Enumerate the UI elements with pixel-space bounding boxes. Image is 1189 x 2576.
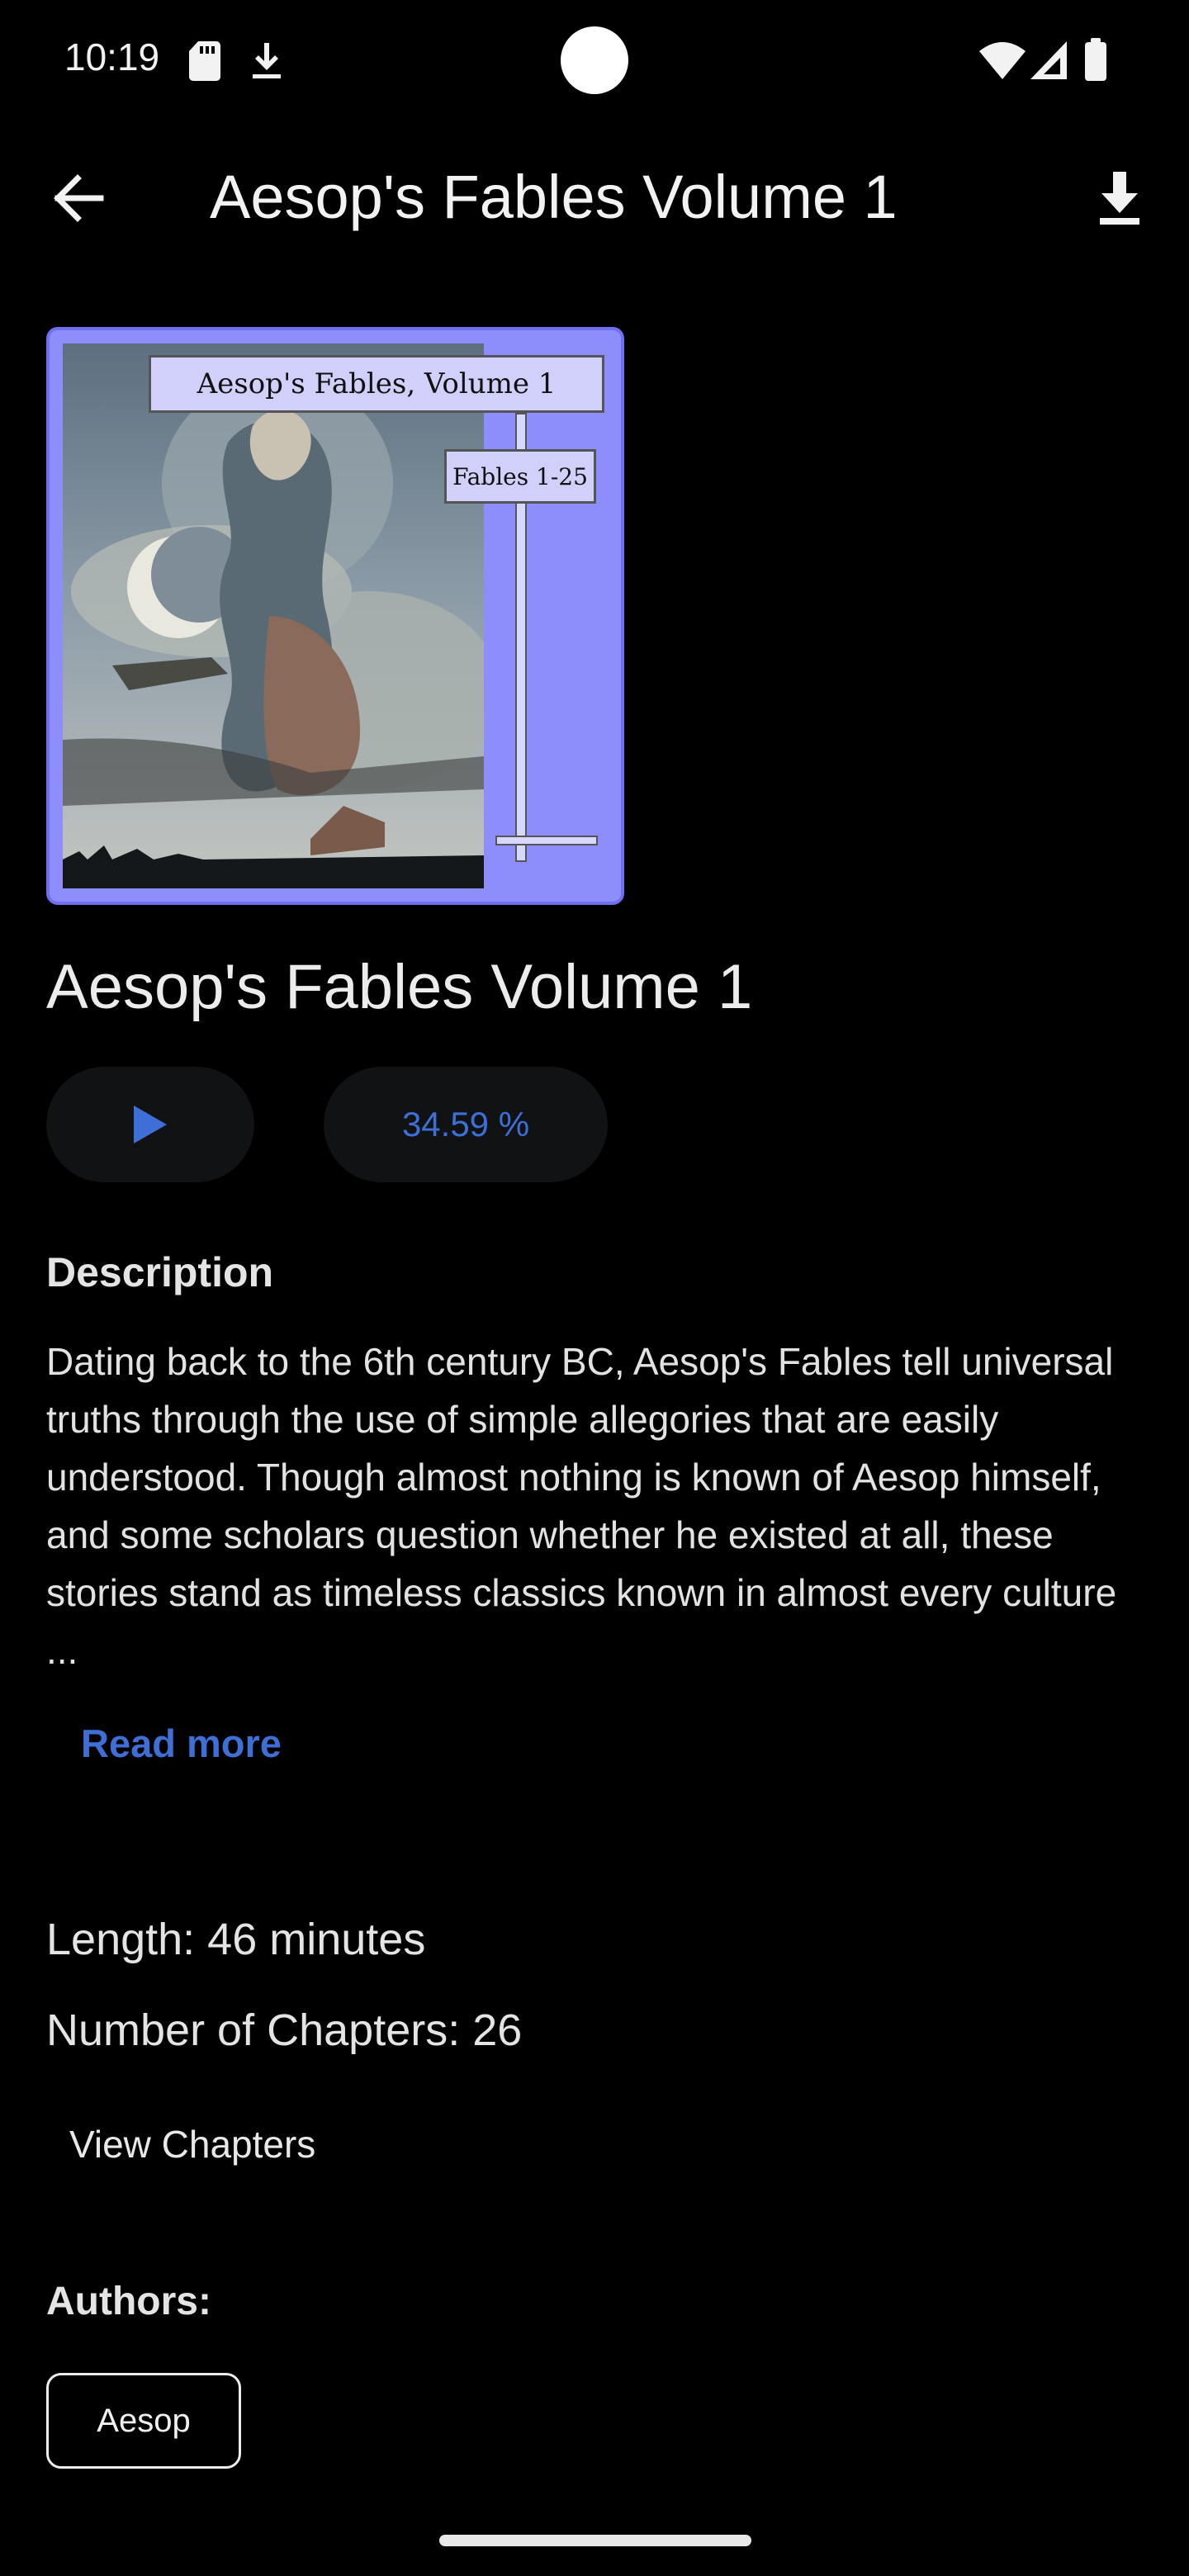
wifi-icon <box>979 42 1026 79</box>
camera-cutout <box>561 26 628 94</box>
cover-illustration <box>63 343 492 888</box>
book-title: Aesop's Fables Volume 1 <box>46 952 753 1022</box>
download-icon <box>1100 172 1139 225</box>
arrow-back-icon <box>54 174 104 222</box>
cover-subtitle: Fables 1-25 <box>444 449 596 504</box>
description-text: Dating back to the 6th century BC, Aesop… <box>46 1340 1117 1672</box>
progress-button[interactable]: 34.59 % <box>324 1067 608 1182</box>
play-icon <box>134 1106 167 1144</box>
author-chip[interactable]: Aesop <box>46 2373 241 2469</box>
status-time: 10:19 <box>64 36 160 78</box>
length-text: Length: 46 minutes <box>46 1915 426 1964</box>
back-button[interactable] <box>46 165 112 231</box>
download-icon <box>253 43 281 78</box>
download-button[interactable] <box>1087 165 1153 231</box>
sd-card-icon <box>189 41 220 81</box>
book-cover[interactable]: Aesop's Fables, Volume 1 Fables 1-25 <box>46 327 624 905</box>
chapters-count-text: Number of Chapters: 26 <box>46 2005 523 2055</box>
view-chapters-button[interactable]: View Chapters <box>69 2122 315 2166</box>
signal-icon <box>1030 41 1067 79</box>
cover-title: Aesop's Fables, Volume 1 <box>149 355 604 413</box>
description-heading: Description <box>46 1249 274 1295</box>
page-title: Aesop's Fables Volume 1 <box>210 163 898 231</box>
home-indicator[interactable] <box>439 2535 751 2546</box>
play-button[interactable] <box>46 1067 254 1182</box>
battery-icon <box>1085 38 1106 81</box>
authors-heading: Authors: <box>46 2280 211 2323</box>
read-more-button[interactable]: Read more <box>81 1721 282 1766</box>
